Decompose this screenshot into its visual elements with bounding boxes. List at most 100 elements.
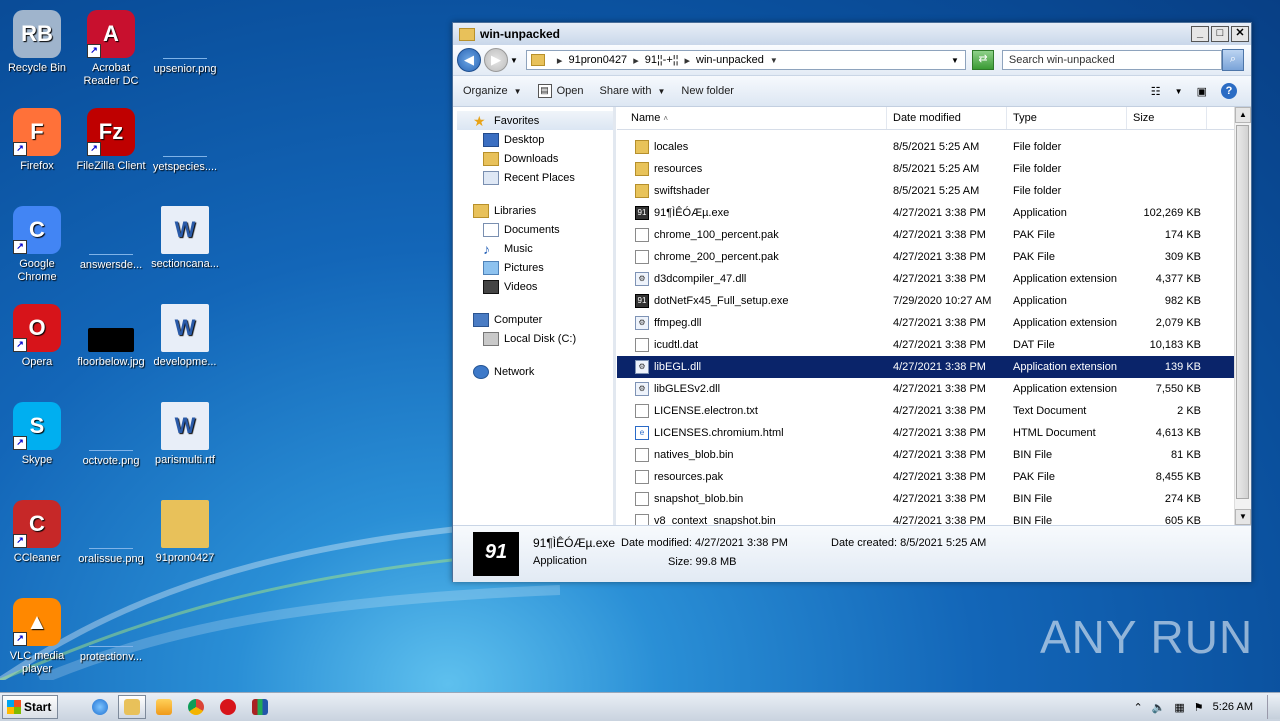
organize-menu[interactable]: Organize ▼ [463, 85, 522, 97]
scroll-down-button[interactable]: ▼ [1235, 509, 1251, 525]
nav-computer[interactable]: Computer [457, 310, 613, 329]
taskbar-explorer[interactable] [118, 695, 147, 719]
window-titlebar[interactable]: win-unpacked _ □ ✕ [453, 23, 1251, 45]
search-icon[interactable]: ⌕ [1221, 49, 1244, 71]
file-row[interactable]: chrome_100_percent.pak 4/27/2021 3:38 PM P… [617, 224, 1251, 246]
breadcrumb-arrow-icon[interactable]: ▸ [633, 54, 639, 67]
file-row[interactable]: resources.pak 4/27/2021 3:38 PM PAK File 8,… [617, 466, 1251, 488]
file-row[interactable]: chrome_200_percent.pak 4/27/2021 3:38 PM P… [617, 246, 1251, 268]
nav-local-disk[interactable]: Local Disk (C:) [457, 329, 613, 348]
desktop-icon[interactable]: oralissue.png [74, 500, 148, 566]
maximize-button[interactable]: □ [1211, 26, 1229, 42]
refresh-icon[interactable]: ⇄ [971, 50, 994, 70]
taskbar-archive[interactable] [246, 695, 274, 719]
breadcrumb-item[interactable]: win-unpacked [696, 54, 764, 66]
file-row[interactable]: natives_blob.bin 4/27/2021 3:38 PM BIN Fil… [617, 444, 1251, 466]
desktop-icon[interactable]: yetspecies.... [148, 108, 222, 174]
recent-pages-dropdown[interactable]: ▼ [510, 56, 518, 65]
help-icon[interactable]: ? [1221, 83, 1237, 99]
address-box[interactable]: ▸ 91pron0427 ▸ 91¦¦-+¦¦ ▸ win-unpacked ▼… [525, 50, 966, 70]
desktop-icon[interactable]: Wdevelopme... [148, 304, 222, 369]
taskbar-chrome[interactable] [182, 695, 210, 719]
nav-downloads[interactable]: Downloads [457, 149, 613, 168]
taskbar-ie[interactable] [86, 695, 114, 719]
pane-splitter[interactable] [613, 107, 616, 525]
taskbar-opera[interactable] [214, 695, 242, 719]
desktop-icon[interactable]: floorbelow.jpg [74, 304, 148, 369]
nav-videos[interactable]: Videos [457, 277, 613, 296]
explorer-window[interactable]: win-unpacked _ □ ✕ ◀ ▶ ▼ ▸ 91pron0427 ▸ … [452, 22, 1252, 582]
desktop-icon[interactable]: answersde... [74, 206, 148, 272]
column-header-name[interactable]: Name ˄ [617, 107, 887, 129]
column-header-type[interactable]: Type [1007, 107, 1127, 129]
network-tray-icon[interactable]: ▦ [1174, 701, 1184, 714]
file-row[interactable]: ⚙ d3dcompiler_47.dll 4/27/2021 3:38 PM Appl… [617, 268, 1251, 290]
nav-libraries[interactable]: Libraries [457, 201, 613, 220]
chevron-down-icon[interactable]: ▼ [770, 56, 778, 65]
desktop-icon[interactable]: Fz ↗ FileZilla Client [74, 108, 148, 173]
desktop-icon[interactable]: A ↗ Acrobat Reader DC [74, 10, 148, 88]
desktop-icon[interactable]: upsenior.png [148, 10, 222, 76]
nav-favorites[interactable]: ★ Favorites [457, 111, 613, 130]
column-header-size[interactable]: Size [1127, 107, 1207, 129]
file-row[interactable]: ⚙ ffmpeg.dll 4/27/2021 3:38 PM Application … [617, 312, 1251, 334]
breadcrumb-item[interactable]: 91pron0427 [568, 54, 627, 66]
vertical-scrollbar[interactable]: ▲ ▼ [1234, 107, 1251, 525]
volume-icon[interactable]: 🔈 [1152, 701, 1166, 714]
change-view-icon[interactable]: ☷ [1151, 85, 1161, 98]
file-row[interactable]: locales 8/5/2021 5:25 AM File folder [617, 136, 1251, 158]
view-options-dropdown[interactable]: ▼ [1175, 87, 1183, 96]
show-desktop-button[interactable] [1267, 695, 1280, 719]
search-input[interactable]: Search win-unpacked [1001, 50, 1222, 70]
breadcrumb-item[interactable]: 91¦¦-+¦¦ [645, 54, 679, 66]
nav-desktop[interactable]: Desktop [457, 130, 613, 149]
nav-music[interactable]: ♪ Music [457, 239, 613, 258]
forward-button[interactable]: ▶ [484, 48, 508, 72]
desktop-icon[interactable]: C ↗ Google Chrome [0, 206, 74, 284]
tray-overflow-icon[interactable]: ⌃ [1133, 701, 1142, 714]
nav-network[interactable]: Network [457, 362, 613, 381]
address-dropdown-icon[interactable]: ▼ [951, 56, 959, 65]
scroll-up-button[interactable]: ▲ [1235, 107, 1251, 123]
file-row[interactable]: swiftshader 8/5/2021 5:25 AM File folder [617, 180, 1251, 202]
close-button[interactable]: ✕ [1231, 26, 1249, 42]
file-row[interactable]: resources 8/5/2021 5:25 AM File folder [617, 158, 1251, 180]
file-row[interactable]: LICENSE.electron.txt 4/27/2021 3:38 PM Tex… [617, 400, 1251, 422]
file-row[interactable]: 91 dotNetFx45_Full_setup.exe 7/29/2020 10:… [617, 290, 1251, 312]
desktop-icon[interactable]: Wparismulti.rtf [148, 402, 222, 467]
file-row[interactable]: e LICENSES.chromium.html 4/27/2021 3:38 PM… [617, 422, 1251, 444]
breadcrumb-arrow-icon[interactable]: ▸ [684, 54, 690, 67]
nav-pictures[interactable]: Pictures [457, 258, 613, 277]
desktop-icon[interactable]: RB Recycle Bin [0, 10, 74, 75]
preview-pane-icon[interactable]: ▣ [1197, 85, 1207, 98]
nav-recent-places[interactable]: Recent Places [457, 168, 613, 187]
new-folder-button[interactable]: New folder [681, 85, 734, 97]
taskbar-media-player[interactable] [150, 695, 178, 719]
desktop-icon[interactable]: ▲ ↗ VLC media player [0, 598, 74, 676]
desktop-icon[interactable]: Wsectioncana... [148, 206, 222, 271]
column-header-date[interactable]: Date modified [887, 107, 1007, 129]
file-row[interactable]: v8_context_snapshot.bin 4/27/2021 3:38 PM… [617, 510, 1251, 525]
desktop-icon[interactable]: O ↗ Opera [0, 304, 74, 369]
file-row[interactable]: 91 91¶ÌÊÓÆµ.exe 4/27/2021 3:38 PM Applicati… [617, 202, 1251, 224]
breadcrumb-arrow-icon[interactable]: ▸ [557, 54, 563, 67]
desktop-icon[interactable]: C ↗ CCleaner [0, 500, 74, 565]
action-center-icon[interactable]: ⚑ [1194, 701, 1204, 714]
nav-documents[interactable]: Documents [457, 220, 613, 239]
open-button[interactable]: ▤ Open [537, 84, 583, 98]
desktop-icon[interactable]: octvote.png [74, 402, 148, 468]
file-row[interactable]: icudtl.dat 4/27/2021 3:38 PM DAT File 10,18… [617, 334, 1251, 356]
desktop-icon[interactable]: F ↗ Firefox [0, 108, 74, 173]
desktop-icon[interactable]: protectionv... [74, 598, 148, 664]
share-with-menu[interactable]: Share with ▼ [599, 85, 665, 97]
desktop-icon[interactable]: S ↗ Skype [0, 402, 74, 467]
desktop-icon[interactable]: 91pron0427 [148, 500, 222, 565]
file-row[interactable]: ⚙ libGLESv2.dll 4/27/2021 3:38 PM Applicati… [617, 378, 1251, 400]
scroll-thumb[interactable] [1236, 125, 1249, 499]
back-button[interactable]: ◀ [457, 48, 481, 72]
start-button[interactable]: Start [2, 695, 59, 719]
clock[interactable]: 5:26 AM [1213, 701, 1253, 713]
file-row[interactable]: snapshot_blob.bin 4/27/2021 3:38 PM BIN Fi… [617, 488, 1251, 510]
file-row[interactable]: ⚙ libEGL.dll 4/27/2021 3:38 PM Application … [617, 356, 1251, 378]
minimize-button[interactable]: _ [1191, 26, 1209, 42]
